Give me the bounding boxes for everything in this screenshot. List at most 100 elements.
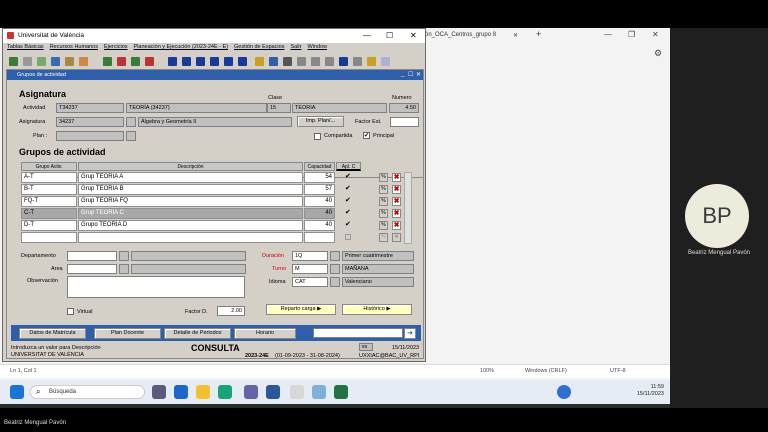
line-ending[interactable]: Windows (CRLF) (525, 368, 567, 374)
lock-icon[interactable] (367, 57, 376, 66)
minimize-icon[interactable]: — (363, 31, 371, 40)
apl-checkbox[interactable]: ✔ (345, 209, 353, 217)
prev-block-icon[interactable] (182, 57, 191, 66)
key-icon[interactable] (283, 57, 292, 66)
plan-field[interactable] (56, 131, 124, 141)
detalle-periodos-button[interactable]: Detalle de Periodos (164, 328, 231, 339)
actividad-code-field[interactable]: T34237 (56, 103, 124, 113)
calendar-icon[interactable] (297, 57, 306, 66)
grupo-cell[interactable] (21, 232, 77, 243)
tab-close-icon[interactable]: ✕ (513, 32, 518, 39)
percent-button[interactable]: % (379, 197, 388, 206)
apl-checkbox[interactable] (345, 234, 351, 240)
file-explorer-icon[interactable] (196, 385, 210, 399)
form-close-icon[interactable]: ✕ (416, 71, 421, 78)
last-record-icon[interactable] (238, 57, 247, 66)
idioma-code-field[interactable]: CAT (292, 277, 328, 287)
duplicate-icon[interactable] (131, 57, 140, 66)
excel-icon[interactable] (334, 385, 348, 399)
restore-icon[interactable]: ❐ (628, 30, 635, 39)
departamento-code-field[interactable] (67, 251, 117, 261)
menu-item[interactable]: Ejercicios (104, 44, 128, 50)
duracion-code-field[interactable]: 1Q (292, 251, 328, 261)
datos-matricula-button[interactable]: Datos de Matrícula (19, 328, 86, 339)
help-icon[interactable] (269, 57, 278, 66)
edit-icon[interactable] (325, 57, 334, 66)
navigation-select[interactable] (313, 328, 403, 338)
zoom-level[interactable]: 100% (480, 368, 494, 374)
delete-icon[interactable]: ✖ (392, 221, 401, 230)
menu-item[interactable]: Salir (290, 44, 301, 50)
reparto-carga-button[interactable]: Reparto carga ▶ (266, 304, 336, 315)
clase-code-field[interactable]: 15 (267, 103, 291, 113)
table-row[interactable]: B-T Grup TEORIA B 57 ✔ % ✖ (21, 184, 421, 195)
encoding[interactable]: UTF-8 (610, 368, 626, 374)
outlook-icon[interactable] (174, 385, 188, 399)
grupo-cell[interactable]: D-T (21, 220, 77, 231)
menu-item[interactable]: Planeación y Ejecución (2023-24E - E) (134, 44, 228, 50)
menu-item[interactable]: Gestión de Espacios (234, 44, 284, 50)
cap-cell[interactable]: 54 (304, 172, 335, 183)
query-icon[interactable] (255, 57, 264, 66)
desc-cell[interactable]: Grup TEORIA C (78, 208, 303, 219)
menu-item[interactable]: Window (307, 44, 327, 50)
close-icon[interactable]: ✕ (652, 30, 659, 39)
maximize-icon[interactable]: ☐ (386, 31, 393, 40)
desc-cell[interactable] (78, 232, 303, 243)
area-code-field[interactable] (67, 264, 117, 274)
factor-est-field[interactable] (390, 117, 419, 127)
numero-field[interactable]: 4.50 (389, 103, 419, 113)
observacion-textarea[interactable] (67, 276, 245, 298)
next-record-icon[interactable] (210, 57, 219, 66)
delete-icon[interactable]: ✖ (392, 173, 401, 182)
desc-cell[interactable]: Grupo TEORIA D (78, 220, 303, 231)
word-icon[interactable] (266, 385, 280, 399)
undo-icon[interactable] (23, 57, 32, 66)
asignatura-desc-field[interactable]: Álgebra y Geometría II (138, 117, 292, 127)
delete-icon[interactable]: ✖ (392, 209, 401, 218)
historico-button[interactable]: Histórico ▶ (342, 304, 412, 315)
departamento-lov-button[interactable] (119, 251, 129, 261)
next-block-icon[interactable] (224, 57, 233, 66)
menu-item[interactable]: Tablas Básicas (7, 44, 44, 50)
percent-button[interactable]: % (379, 221, 388, 230)
grupo-cell[interactable]: FQ-T (21, 196, 77, 207)
plan-lov-button[interactable] (126, 131, 136, 141)
gear-icon[interactable]: ⚙ (654, 48, 662, 59)
percent-button[interactable]: % (379, 233, 388, 242)
menu-item[interactable]: Recursos Humanos (50, 44, 98, 50)
table-row-selected[interactable]: C-T Grup TEORIA C 40 ✔ % ✖ (21, 208, 421, 219)
compartida-checkbox[interactable] (314, 133, 321, 140)
save-icon[interactable] (9, 57, 18, 66)
virtual-checkbox[interactable] (67, 308, 74, 315)
imp-plan-button[interactable]: Imp. Plan/... (297, 116, 344, 127)
close-icon[interactable]: ✕ (410, 31, 417, 40)
grupo-cell[interactable]: A-T (21, 172, 77, 183)
form-maximize-icon[interactable]: ☐ (408, 71, 413, 78)
horario-button[interactable]: Horario (234, 328, 296, 339)
turno-lov-button[interactable] (330, 264, 340, 274)
table-row[interactable]: D-T Grupo TEORIA D 40 ✔ % ✖ (21, 220, 421, 231)
cap-cell[interactable]: 40 (304, 208, 335, 219)
microphone-icon[interactable] (557, 385, 571, 399)
desc-cell[interactable]: Grup TEORIA B (78, 184, 303, 195)
table-row[interactable]: FQ-T Grup TEORIA FQ 40 ✔ % ✖ (21, 196, 421, 207)
grid-scrollbar[interactable] (404, 172, 412, 244)
go-arrow-icon[interactable]: ➜ (404, 328, 416, 339)
filter-icon[interactable] (339, 57, 348, 66)
table-row-empty[interactable]: % ✖ (21, 232, 421, 243)
edge-icon[interactable] (218, 385, 232, 399)
turno-code-field[interactable]: M (292, 264, 328, 274)
cap-cell[interactable] (304, 232, 335, 243)
notepad-icon[interactable] (312, 385, 326, 399)
grupo-cell[interactable]: B-T (21, 184, 77, 195)
percent-button[interactable]: % (379, 209, 388, 218)
asignatura-code-field[interactable]: 34237 (56, 117, 124, 127)
actividad-desc-field[interactable]: TEORÍA (34237) (126, 103, 267, 113)
delete-icon-disabled[interactable]: ✖ (392, 233, 401, 242)
desc-cell[interactable]: Grup TEORIA A (78, 172, 303, 183)
app-icon[interactable] (290, 385, 304, 399)
prev-record-icon[interactable] (196, 57, 205, 66)
factor-d-field[interactable]: 2.00 (217, 306, 245, 316)
form-minimize-icon[interactable]: _ (401, 71, 404, 77)
